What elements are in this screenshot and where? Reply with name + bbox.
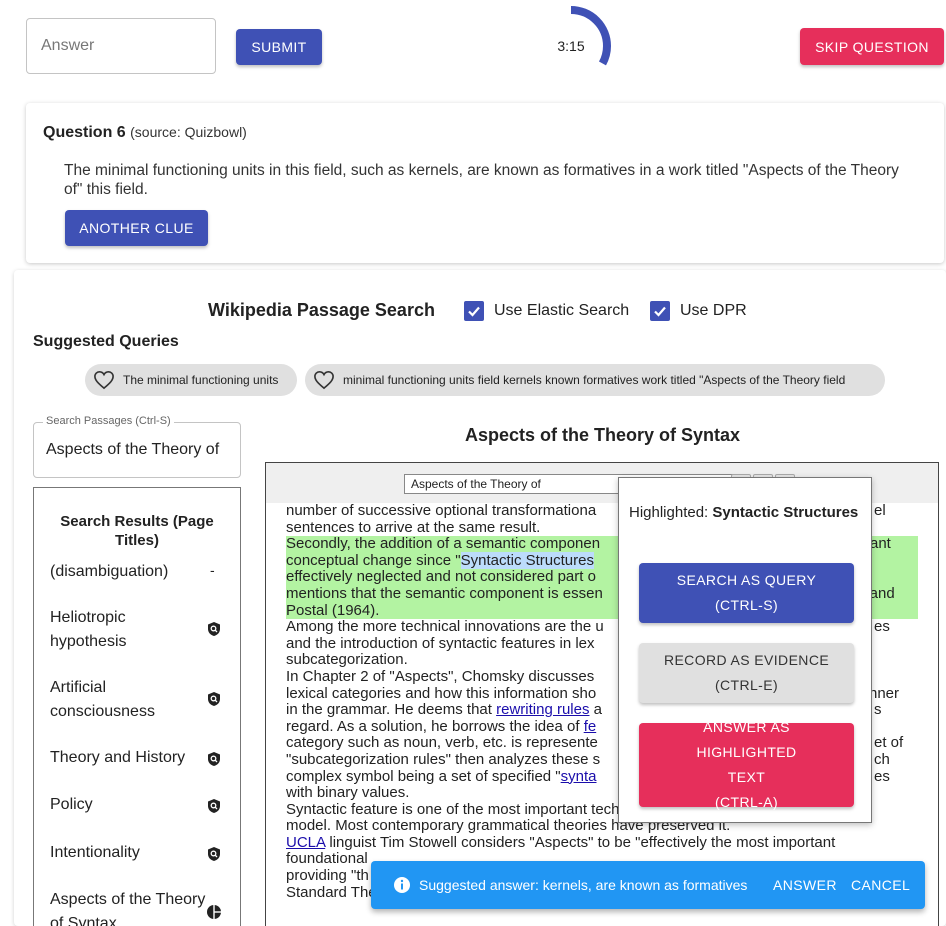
result-label: Artificial consciousness bbox=[50, 679, 155, 720]
result-label: Theory and History bbox=[50, 749, 186, 766]
info-icon bbox=[394, 877, 410, 893]
skip-question-button[interactable]: SKIP QUESTION bbox=[800, 28, 944, 65]
selected-text: Syntactic Structures bbox=[460, 551, 594, 569]
article-text: nner bbox=[869, 684, 900, 702]
article-text: lexical categories and how this informat… bbox=[286, 684, 597, 702]
shield-search-icon[interactable] bbox=[206, 691, 222, 707]
result-item[interactable]: Theory and History bbox=[50, 746, 230, 770]
use-dpr-checkbox[interactable] bbox=[650, 301, 670, 321]
suggested-query-chip[interactable]: The minimal functioning units bbox=[85, 364, 297, 396]
button-shortcut: (CTRL-S) bbox=[714, 597, 779, 613]
result-item[interactable]: Policy bbox=[50, 793, 230, 817]
article-text: in the grammar. He deems that bbox=[286, 701, 497, 719]
article-line: UCLA linguist Tim Stowell considers "Asp… bbox=[286, 833, 922, 852]
search-as-query-button[interactable]: SEARCH AS QUERY (CTRL-S) bbox=[639, 563, 854, 623]
article-text: linguist Tim Stowell considers "Aspects"… bbox=[325, 833, 836, 851]
button-label: SEARCH AS QUERY bbox=[676, 572, 817, 588]
half-circle-icon[interactable] bbox=[206, 904, 222, 920]
result-item[interactable]: Heliotropic hypothesis bbox=[50, 606, 200, 654]
button-label: RECORD AS EVIDENCE bbox=[663, 652, 830, 668]
article-text: Among the more technical innovations are… bbox=[286, 618, 604, 636]
snackbar-answer-button[interactable]: ANSWER bbox=[773, 877, 837, 893]
question-text: The minimal functioning units in this fi… bbox=[64, 162, 899, 198]
link-rewriting-rules[interactable]: rewriting rules bbox=[496, 701, 589, 718]
suggested-query-chip[interactable]: minimal functioning units field kernels … bbox=[305, 364, 885, 396]
link-features[interactable]: fe bbox=[584, 718, 597, 735]
result-label: Intentionality bbox=[50, 844, 140, 861]
checkmark-icon bbox=[654, 306, 666, 317]
record-as-evidence-button[interactable]: RECORD AS EVIDENCE (CTRL-E) bbox=[639, 643, 854, 703]
search-results-panel: Search Results (Page Titles) (disambigua… bbox=[33, 487, 241, 926]
article-text: el bbox=[874, 502, 886, 519]
article-text: Secondly, the addition of a semantic com… bbox=[286, 535, 601, 553]
chip-label: minimal functioning units field kernels … bbox=[343, 373, 846, 387]
another-clue-button[interactable]: ANOTHER CLUE bbox=[65, 210, 208, 246]
search-passages-label: Search Passages (Ctrl-S) bbox=[43, 415, 174, 427]
question-title: Question 6 (source: Quizbowl) bbox=[43, 124, 247, 142]
button-label: ANSWER AS HIGHLIGHTED TEXT bbox=[696, 719, 797, 785]
heart-icon bbox=[314, 370, 334, 390]
article-text: regard. As a solution, he borrows the id… bbox=[286, 717, 584, 735]
snackbar-cancel-button[interactable]: CANCEL bbox=[851, 877, 910, 893]
wikipedia-search-title: Wikipedia Passage Search bbox=[208, 300, 435, 320]
dash-icon: - bbox=[210, 562, 215, 578]
article-text: category such as noun, verb, etc. is rep… bbox=[286, 734, 598, 752]
suggested-queries-title: Suggested Queries bbox=[33, 333, 179, 350]
article-title: Aspects of the Theory of Syntax bbox=[464, 425, 741, 445]
result-label: Heliotropic hypothesis bbox=[50, 609, 127, 650]
highlighted-label: Highlighted: Syntactic Structures bbox=[629, 504, 859, 522]
article-text: es bbox=[874, 767, 890, 785]
result-label: (disambiguation) bbox=[50, 563, 169, 580]
result-item[interactable]: Aspects of the Theory of Syntax bbox=[50, 888, 210, 926]
question-number: Question 6 bbox=[43, 124, 126, 141]
timer-text: 3:15 bbox=[557, 38, 585, 54]
shield-search-icon[interactable] bbox=[206, 751, 222, 767]
result-label: Aspects of the Theory of Syntax bbox=[50, 891, 206, 926]
button-shortcut: (CTRL-A) bbox=[714, 794, 779, 810]
article-text: mentions that the semantic component is … bbox=[286, 584, 603, 602]
button-shortcut: (CTRL-E) bbox=[714, 677, 779, 693]
use-dpr-label: Use DPR bbox=[680, 302, 747, 319]
shield-search-icon[interactable] bbox=[206, 846, 222, 862]
article-text: ant bbox=[870, 535, 891, 553]
link-ucla[interactable]: UCLA bbox=[286, 834, 325, 851]
suggested-answer-snackbar: Suggested answer: kernels, are known as … bbox=[371, 861, 925, 909]
use-elastic-checkbox[interactable] bbox=[464, 301, 484, 321]
article-text: ch bbox=[874, 750, 890, 768]
search-passages-value: Aspects of the Theory of bbox=[46, 441, 220, 458]
question-source: (source: Quizbowl) bbox=[130, 124, 247, 140]
search-results-title: Search Results (Page Titles) bbox=[60, 513, 214, 549]
shield-search-icon[interactable] bbox=[206, 798, 222, 814]
result-label: Policy bbox=[50, 796, 93, 813]
shield-search-icon[interactable] bbox=[206, 621, 222, 637]
answer-as-highlighted-text-button[interactable]: ANSWER AS HIGHLIGHTED TEXT (CTRL-A) bbox=[639, 719, 854, 810]
article-text: s bbox=[874, 701, 882, 719]
highlight-action-popup: Highlighted: Syntactic Structures SEARCH… bbox=[618, 477, 872, 823]
article-text: conceptual change since " bbox=[286, 551, 461, 569]
snackbar-message: Suggested answer: kernels, are known as … bbox=[419, 877, 748, 893]
article-text: et of bbox=[874, 734, 904, 752]
article-text: number of successive optional transforma… bbox=[286, 502, 597, 519]
use-elastic-label: Use Elastic Search bbox=[494, 302, 630, 319]
checkmark-icon bbox=[468, 306, 480, 317]
heart-icon bbox=[94, 370, 114, 390]
result-item[interactable]: (disambiguation) bbox=[50, 560, 230, 584]
link-syntactic-features[interactable]: synta bbox=[561, 768, 597, 785]
article-text: es bbox=[874, 618, 890, 636]
result-item[interactable]: Intentionality bbox=[50, 841, 230, 865]
result-item[interactable]: Artificial consciousness bbox=[50, 676, 200, 724]
article-text: complex symbol being a set of specified … bbox=[286, 767, 561, 785]
article-text: a bbox=[589, 701, 602, 719]
submit-button[interactable]: SUBMIT bbox=[236, 29, 322, 65]
article-text: "subcategorization rules" then analyzes … bbox=[286, 750, 601, 768]
chip-label: The minimal functioning units bbox=[123, 373, 279, 387]
highlighted-text: Syntactic Structures bbox=[712, 504, 859, 521]
answer-input[interactable] bbox=[26, 18, 216, 74]
highlighted-prefix: Highlighted: bbox=[629, 504, 713, 521]
